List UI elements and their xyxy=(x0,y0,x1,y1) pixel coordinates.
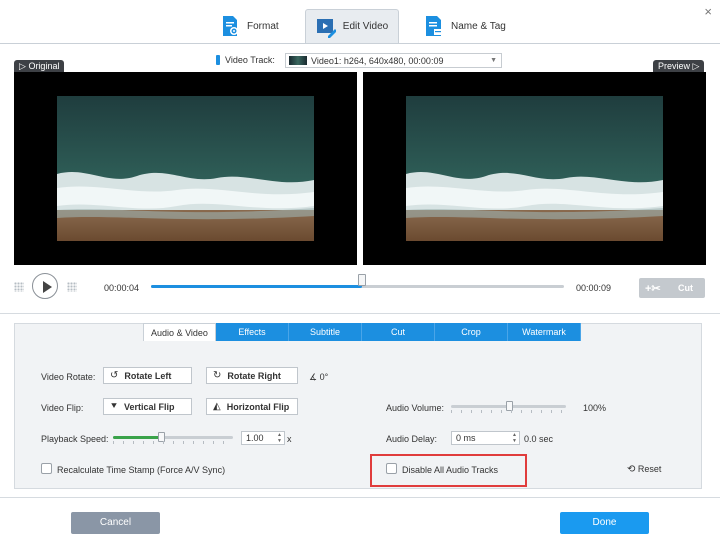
video-rotate-label: Video Rotate: xyxy=(41,372,96,382)
video-track-text: Video Track: xyxy=(225,55,275,65)
preview-video-pane xyxy=(363,72,706,265)
left-grip-icon xyxy=(14,282,24,292)
rotate-left-button[interactable]: ↺ Rotate Left xyxy=(103,367,192,384)
horizontal-flip-label: Horizontal Flip xyxy=(226,401,290,412)
audio-delay-seconds: 0.0 sec xyxy=(524,434,554,444)
vertical-flip-icon: ⯆ xyxy=(110,401,118,412)
tab-name-tag[interactable]: Name & Tag xyxy=(424,9,506,43)
tab-cut[interactable]: Cut xyxy=(362,323,435,341)
sub-tab-bar: Audio & Video Effects Subtitle Cut Crop … xyxy=(143,323,581,341)
cancel-button[interactable]: Cancel xyxy=(71,512,160,534)
audio-volume-value: 100% xyxy=(583,403,607,413)
recalc-timestamp-label: Recalculate Time Stamp (Force A/V Sync) xyxy=(57,465,226,475)
right-grip-icon xyxy=(67,282,77,292)
edit-video-icon xyxy=(316,18,336,38)
original-video-pane xyxy=(14,72,357,265)
divider xyxy=(0,497,720,498)
video-track-label: Video Track: xyxy=(216,55,275,65)
preview-video-frame xyxy=(406,96,663,241)
audio-delay-input[interactable]: 0 ms ▲ ▼ xyxy=(451,431,520,445)
tab-effects[interactable]: Effects xyxy=(216,323,289,341)
disable-audio-label: Disable All Audio Tracks xyxy=(402,465,499,475)
reset-button[interactable]: ⟲ Reset xyxy=(627,464,661,475)
tab-crop[interactable]: Crop xyxy=(435,323,508,341)
video-track-icon xyxy=(216,55,220,65)
rotate-angle-value: 0° xyxy=(319,372,329,382)
play-outline-icon: ▷ xyxy=(19,61,26,71)
tab-edit-video[interactable]: Edit Video xyxy=(305,9,399,43)
original-pane-tag: ▷ Original xyxy=(14,60,65,72)
done-button[interactable]: Done xyxy=(560,512,649,534)
cut-label: Cut xyxy=(678,283,693,293)
video-track-value: Video1: h264, 640x480, 00:00:09 xyxy=(311,55,444,66)
play-button[interactable] xyxy=(32,273,58,299)
preview-pane-tag: Preview ▷ xyxy=(653,60,705,72)
rotate-left-icon: ↺ xyxy=(110,370,119,381)
timeline-progress xyxy=(151,285,362,288)
cut-button[interactable]: +✂ Cut xyxy=(639,278,705,298)
rotate-right-label: Rotate Right xyxy=(227,370,281,381)
spin-arrows-icon[interactable]: ▲ ▼ xyxy=(277,432,282,444)
recalc-timestamp-checkbox[interactable] xyxy=(41,463,52,474)
divider xyxy=(0,313,720,314)
playback-speed-slider[interactable] xyxy=(113,436,233,439)
scissors-icon: +✂ xyxy=(645,282,661,295)
tab-format-label: Format xyxy=(247,20,279,32)
playback-speed-value: 1.00 xyxy=(246,433,264,443)
playback-speed-fill xyxy=(113,436,161,439)
horizontal-flip-button[interactable]: ◭ Horizontal Flip xyxy=(206,398,298,415)
horizontal-flip-icon: ◭ xyxy=(213,401,221,412)
tab-audio-video[interactable]: Audio & Video xyxy=(143,323,216,341)
rotate-left-label: Rotate Left xyxy=(124,370,172,381)
chevron-down-icon: ▼ xyxy=(490,57,497,64)
close-icon[interactable]: × xyxy=(704,4,712,19)
rotate-angle: ∡ 0° xyxy=(309,372,328,383)
tab-edit-video-label: Edit Video xyxy=(342,21,389,32)
format-settings-icon xyxy=(223,16,238,36)
playback-speed-input[interactable]: 1.00 ▲ ▼ xyxy=(241,431,285,445)
preview-label: Preview xyxy=(658,61,691,71)
reset-icon: ⟲ xyxy=(627,464,636,475)
rotate-right-icon: ↻ xyxy=(213,370,222,381)
tab-subtitle[interactable]: Subtitle xyxy=(289,323,362,341)
volume-ticks xyxy=(451,410,566,413)
play-outline-icon: ▷ xyxy=(692,61,700,71)
playback-speed-label: Playback Speed: xyxy=(41,434,109,444)
spin-arrows-icon[interactable]: ▲ ▼ xyxy=(512,432,517,444)
video-thumbnail-icon xyxy=(289,56,307,65)
vertical-flip-label: Vertical Flip xyxy=(124,401,175,412)
name-tag-icon xyxy=(426,16,442,36)
vertical-flip-button[interactable]: ⯆ Vertical Flip xyxy=(103,398,192,415)
audio-delay-label: Audio Delay: xyxy=(386,434,438,444)
tab-name-tag-label: Name & Tag xyxy=(451,20,506,32)
audio-delay-value: 0 ms xyxy=(456,433,476,443)
tab-watermark[interactable]: Watermark xyxy=(508,323,581,341)
original-label: Original xyxy=(28,61,60,71)
speed-ticks xyxy=(113,441,233,444)
video-flip-label: Video Flip: xyxy=(41,403,84,413)
rotate-right-button[interactable]: ↻ Rotate Right xyxy=(206,367,298,384)
divider xyxy=(0,43,720,44)
reset-label: Reset xyxy=(637,464,662,474)
playback-speed-unit: x xyxy=(287,434,292,444)
original-video-frame xyxy=(57,96,314,241)
audio-volume-label: Audio Volume: xyxy=(386,403,445,413)
angle-icon: ∡ xyxy=(309,372,318,382)
video-track-select[interactable]: Video1: h264, 640x480, 00:00:09 ▼ xyxy=(285,53,502,68)
timeline-thumb[interactable] xyxy=(357,274,366,286)
disable-audio-checkbox[interactable] xyxy=(386,463,397,474)
end-time: 00:00:09 xyxy=(576,283,612,293)
current-time: 00:00:04 xyxy=(104,283,140,293)
tab-format[interactable]: Format xyxy=(220,9,279,43)
